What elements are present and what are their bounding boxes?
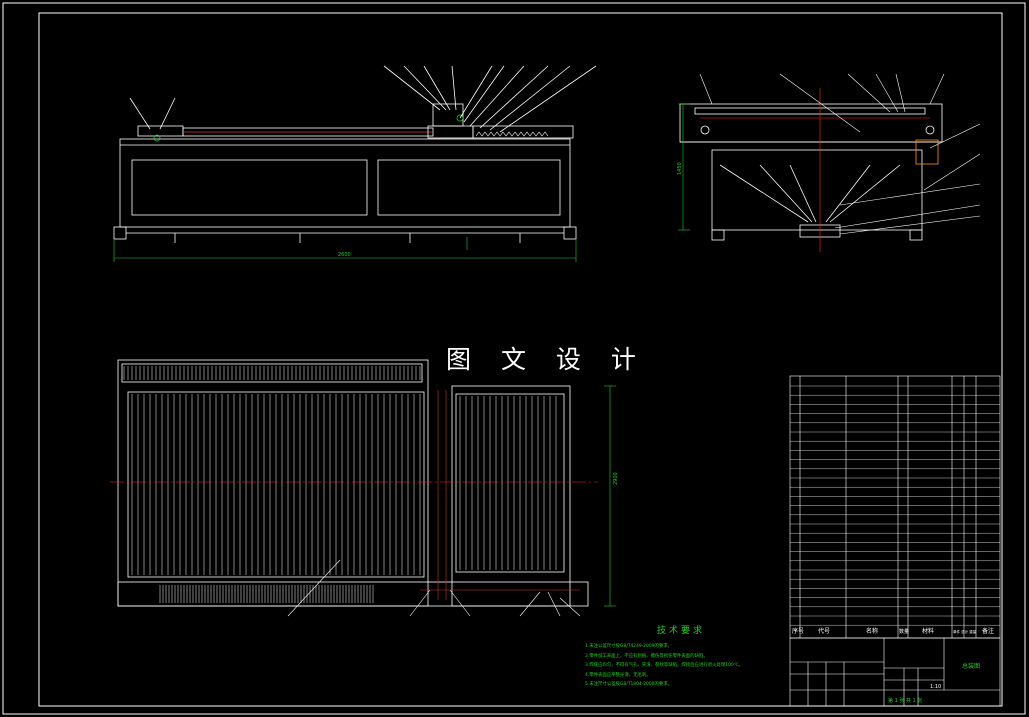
bom-header-qty: 数量 [899,628,909,635]
title-block-drawing-name: 总装图 [962,662,980,670]
plan-view-grate-left [131,394,421,575]
tech-note: 4.零件表面应平整光滑，无毛刺。 [585,672,651,678]
bom-header-name: 名称 [866,627,878,635]
side-view-centerline [700,88,930,252]
bom-header-no: 序号 [792,627,804,635]
front-view [113,65,597,243]
front-view-dimension [113,237,577,262]
bom-header-weight: 单件 总计 重量 [953,629,977,634]
dim-side-height: 1450 [677,162,683,175]
bom-header-material: 材料 [922,627,934,635]
tech-note: 3.焊缝应均匀，不得有气孔、夹渣、裂纹等缺陷。焊接后应进行退火处理100℃。 [585,663,744,668]
watermark-text: 图 文 设 计 [446,345,647,374]
bom-header-remark: 备注 [982,627,994,635]
technical-requirements-title: 技术要求 [657,626,706,636]
bom-table [789,375,1001,639]
bom-table-rows [790,385,1000,626]
plan-view [117,359,589,607]
dim-plan-width: 2900 [613,472,619,485]
plan-view-top-rail [123,366,421,380]
plan-view-dimension [604,385,616,607]
technical-requirements-notes: 1.未注公差尺寸按GB/T4249-2009的要求。 2.零件加工表面上，不应有… [585,642,743,690]
plan-view-bottom-rail [159,585,374,603]
tech-note: 1.未注公差尺寸按GB/T4249-2009的要求。 [585,644,672,649]
tech-note: 2.零件加工表面上，不应有划痕、擦伤等损伤零件表面的缺陷。 [585,653,708,659]
title-block [789,637,1001,707]
title-block-scale: 1:10 [930,684,941,690]
tech-note: 5.未注尺寸公差按GB/T1804-2000的要求。 [585,682,672,687]
plan-view-leaders [287,559,581,617]
bom-header-code: 代号 [818,627,830,635]
side-view [679,103,943,241]
title-block-sheet: 第 1 张 共 1 张 [888,697,922,704]
dim-overall-length: 2600 [338,252,351,258]
plan-view-grate-right [459,396,557,570]
